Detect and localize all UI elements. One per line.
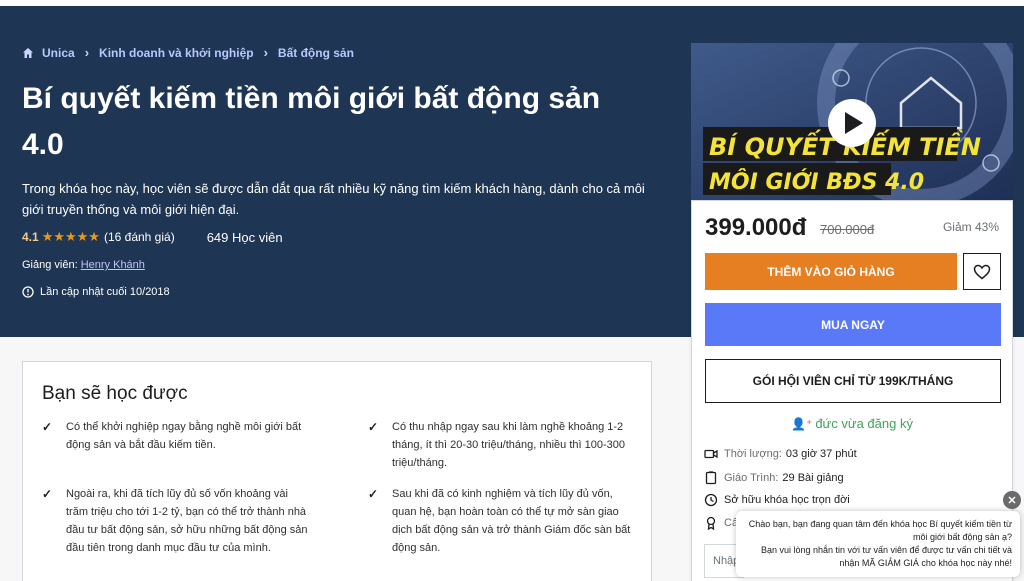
- course-description: Trong khóa học này, học viên sẽ được dẫn…: [22, 181, 645, 217]
- rating-row: 4.1 ★★★★★ (16 đánh giá) 649 Học viên: [22, 229, 283, 245]
- recent-registration-text: đức vừa đăng ký: [815, 416, 913, 431]
- course-thumbnail: BÍ QUYẾT KIẾM TIỀN MÔI GIỚI BĐS 4.0: [691, 43, 1013, 200]
- student-count: 649 Học viên: [206, 229, 283, 245]
- feature-label: Giáo Trình:: [724, 472, 779, 484]
- breadcrumb-item-business[interactable]: Kinh doanh và khởi nghiệp: [99, 46, 254, 60]
- breadcrumb: Unica › Kinh doanh và khởi nghiệp › Bất …: [22, 45, 354, 60]
- star-rating-icon: ★★★★★: [41, 229, 100, 244]
- heart-icon: [973, 264, 991, 279]
- info-icon: [22, 286, 34, 298]
- chevron-right-icon: ›: [84, 45, 90, 60]
- check-icon: ✓: [368, 487, 379, 501]
- feature-value: 29 Bài giảng: [782, 472, 844, 484]
- certificate-icon: [706, 516, 716, 530]
- course-preview-video[interactable]: BÍ QUYẾT KIẾM TIỀN MÔI GIỚI BĐS 4.0: [691, 43, 1013, 200]
- learn-item-text: Có thể khởi nghiệp ngay bằng nghề môi gi…: [66, 421, 302, 451]
- chevron-right-icon: ›: [263, 45, 268, 60]
- course-title-line2: 4.0: [22, 128, 64, 161]
- chat-message-line2: Bạn vui lòng nhắn tin với tư vấn viên để…: [760, 545, 1012, 568]
- chat-message-line1: Chào bạn, bạn đang quan tâm đến khóa học…: [748, 519, 1012, 542]
- learn-item: ✓ Có thu nhập ngay sau khi làm nghề khoả…: [368, 418, 638, 472]
- instructor: Giảng viên: Henry Khánh: [22, 259, 145, 271]
- learn-item-text: Có thu nhập ngay sau khi làm nghề khoảng…: [392, 421, 626, 469]
- feature-value: Sở hữu khóa học trọn đời: [724, 494, 850, 506]
- document-icon: [705, 471, 717, 485]
- original-price: 700.000đ: [820, 222, 875, 237]
- check-icon: ✓: [42, 487, 53, 501]
- last-updated: Lần cập nhật cuối 10/2018: [22, 286, 170, 298]
- membership-button[interactable]: GÓI HỘI VIÊN CHỈ TỪ 199K/THÁNG: [705, 359, 1001, 403]
- user-plus-icon: 👤⁺: [791, 417, 813, 431]
- current-price: 399.000đ: [705, 214, 807, 241]
- feature-duration: Thời lượng: 03 giờ 37 phút: [704, 447, 857, 461]
- clock-icon: [704, 493, 718, 507]
- add-to-cart-button[interactable]: THÊM VÀO GIỎ HÀNG: [705, 253, 957, 290]
- breadcrumb-item-real-estate[interactable]: Bất động sản: [278, 46, 354, 60]
- wishlist-button[interactable]: [963, 253, 1001, 290]
- chat-popup[interactable]: Chào bạn, bạn đang quan tâm đến khóa học…: [736, 511, 1020, 577]
- rating-count[interactable]: (16 đánh giá): [104, 230, 175, 244]
- what-you-learn-title: Bạn sẽ học được: [42, 383, 188, 404]
- check-icon: ✓: [42, 420, 53, 434]
- close-icon[interactable]: ✕: [1003, 491, 1021, 509]
- buy-now-button[interactable]: MUA NGAY: [705, 303, 1001, 346]
- breadcrumb-item-unica[interactable]: Unica: [42, 46, 75, 60]
- feature-lifetime: Sở hữu khóa học trọn đời: [704, 493, 850, 507]
- learn-item: ✓ Sau khi đã có kinh nghiệm và tích lũy …: [368, 485, 638, 557]
- learn-item-text: Ngoài ra, khi đã tích lũy đủ số vốn khoả…: [66, 488, 308, 554]
- learn-item: ✓ Ngoài ra, khi đã tích lũy đủ số vốn kh…: [42, 485, 312, 557]
- recent-registration: 👤⁺ đức vừa đăng ký: [692, 416, 1012, 431]
- video-camera-icon: [704, 449, 718, 459]
- check-icon: ✓: [368, 420, 379, 434]
- banner-line2: MÔI GIỚI BĐS 4.0: [709, 169, 924, 195]
- course-title-line1: Bí quyết kiếm tiền môi giới bất động sản: [22, 82, 601, 115]
- course-title: Bí quyết kiếm tiền môi giới bất động sản…: [22, 76, 662, 168]
- rating-value: 4.1: [22, 230, 39, 244]
- home-icon: [23, 47, 33, 58]
- feature-label: Thời lượng:: [724, 448, 782, 460]
- last-updated-text: Lần cập nhật cuối 10/2018: [40, 286, 170, 298]
- learn-item-text: Sau khi đã có kinh nghiệm và tích lũy đủ…: [392, 488, 631, 554]
- feature-value: 03 giờ 37 phút: [785, 448, 857, 460]
- discount-badge: Giảm 43%: [942, 220, 999, 234]
- feature-lessons: Giáo Trình: 29 Bài giảng: [704, 471, 844, 485]
- what-you-learn-box: Bạn sẽ học được ✓ Có thể khởi nghiệp nga…: [22, 361, 652, 581]
- learn-item: ✓ Có thể khởi nghiệp ngay bằng nghề môi …: [42, 418, 312, 454]
- instructor-label: Giảng viên:: [22, 259, 81, 271]
- instructor-link[interactable]: Henry Khánh: [81, 259, 145, 271]
